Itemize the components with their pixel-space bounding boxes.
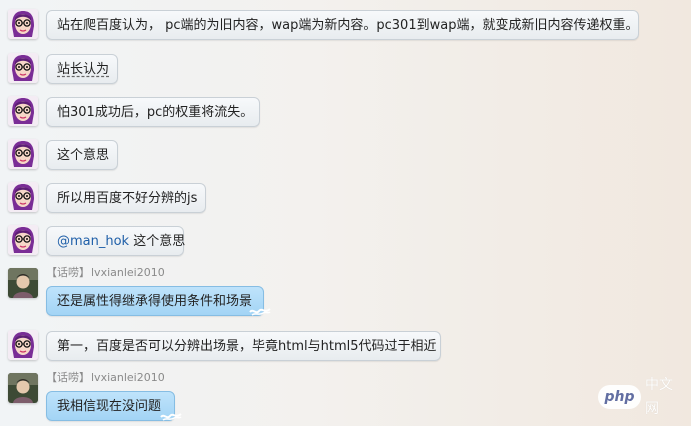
message-row-3: 怕301成功后，pc的权重将流失。 [0,95,691,129]
user-tag: 【话唠】 [46,371,90,384]
message-row-6: @man_hok 这个意思 [0,224,691,258]
user-tag: 【话唠】 [46,266,90,279]
message-row-5: 所以用百度不好分辨的js [0,181,691,215]
message-bubble[interactable]: 站在爬百度认为， pc端的为旧内容，wap端为新内容。pc301到wap端，就变… [46,10,639,40]
message-row-1: 站在爬百度认为， pc端的为旧内容，wap端为新内容。pc301到wap端，就变… [0,8,691,42]
bubble-wave-icon [249,308,271,316]
avatar-glasses-woman[interactable] [8,9,38,39]
message-bubble[interactable]: 我相信现在没问题 [46,391,182,421]
message-bubble[interactable]: 站长认为 [46,54,118,84]
avatar-glasses-woman-icon [8,9,38,39]
avatar-glasses-woman[interactable] [8,139,38,169]
php-logo-icon: php [598,385,641,409]
mention-link[interactable]: @man_hok [57,234,129,249]
avatar-glasses-woman[interactable] [8,182,38,212]
message-bubble[interactable]: 这个意思 [46,140,118,170]
message-row-4: 这个意思 [0,138,691,172]
watermark-text: 中文网 [644,377,673,417]
chat-log: 站在爬百度认为， pc端的为旧内容，wap端为新内容。pc301到wap端，就变… [0,0,691,426]
avatar-glasses-woman[interactable] [8,53,38,83]
message-text: 我相信现在没问题 [57,399,162,414]
message-row-8: 第一，百度是否可以分辨出场景，毕竟html与html5代码过于相近 [0,329,691,363]
message-bubble[interactable]: 第一，百度是否可以分辨出场景，毕竟html与html5代码过于相近 [46,331,441,361]
message-text: 第一，百度是否可以分辨出场景，毕竟html与html5代码过于相近 [57,339,437,354]
avatar-glasses-woman[interactable] [8,330,38,360]
avatar-user-photo[interactable] [8,268,38,298]
message-text: 这个意思 [57,148,110,163]
message-row-7: 【话唠】lvxianlei2010 还是属性得继承得使用条件和场景 [0,266,691,320]
avatar-user-photo-icon [8,268,38,298]
message-text: 所以用百度不好分辨的js [57,191,198,206]
php-watermark: php 中文网 [598,377,686,417]
avatar-glasses-woman-icon [8,225,38,255]
message-text: 站长认为 [57,62,110,77]
avatar-glasses-woman[interactable] [8,225,38,255]
sender-meta: 【话唠】lvxianlei2010 [46,371,165,385]
message-text: 站在爬百度认为， pc端的为旧内容，wap端为新内容。pc301到wap端，就变… [57,18,639,33]
avatar-user-photo[interactable] [8,373,38,403]
avatar-user-photo-icon [8,373,38,403]
message-bubble[interactable]: @man_hok 这个意思 [46,226,186,256]
bubble-wave-icon [160,413,182,421]
message-row-9: 【话唠】lvxianlei2010 我相信现在没问题 [0,371,691,425]
avatar-glasses-woman-icon [8,53,38,83]
sender-nickname[interactable]: lvxianlei2010 [91,371,165,384]
avatar-glasses-woman-icon [8,139,38,169]
avatar-glasses-woman-icon [8,96,38,126]
sender-meta: 【话唠】lvxianlei2010 [46,266,165,280]
message-bubble[interactable]: 所以用百度不好分辨的js [46,183,206,213]
sender-nickname[interactable]: lvxianlei2010 [91,266,165,279]
avatar-glasses-woman-icon [8,182,38,212]
message-bubble[interactable]: 还是属性得继承得使用条件和场景 [46,286,271,316]
avatar-glasses-woman[interactable] [8,96,38,126]
message-row-2: 站长认为 [0,52,691,86]
avatar-glasses-woman-icon [8,330,38,360]
message-text: 这个意思 [129,234,186,249]
message-text: 怕301成功后，pc的权重将流失。 [57,105,254,120]
message-text: 还是属性得继承得使用条件和场景 [57,294,253,309]
message-bubble[interactable]: 怕301成功后，pc的权重将流失。 [46,97,260,127]
